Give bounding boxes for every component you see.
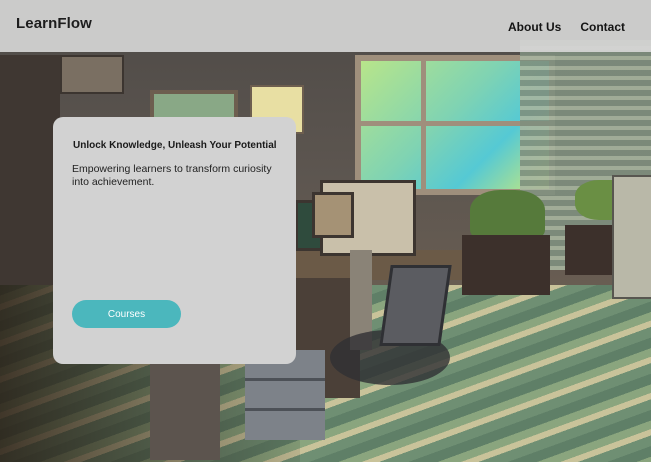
main-nav: About Us Contact [508, 20, 625, 34]
equipment-cabinet [612, 175, 651, 299]
nav-link-contact[interactable]: Contact [580, 20, 625, 34]
brand-logo[interactable]: LearnFlow [16, 15, 92, 32]
courses-button[interactable]: Courses [72, 300, 181, 328]
plant-pot [462, 235, 550, 295]
nav-link-about-us[interactable]: About Us [508, 20, 561, 34]
shelf [0, 55, 60, 305]
radio [60, 55, 124, 94]
drawer-cabinet-left [150, 360, 220, 460]
hero-description: Empowering learners to transform curiosi… [72, 163, 272, 188]
plant [470, 190, 545, 240]
hero-title: Unlock Knowledge, Unleash Your Potential [73, 140, 277, 151]
office-chair [379, 265, 452, 346]
site-header: LearnFlow About Us Contact [0, 0, 651, 52]
robot-head [312, 192, 354, 238]
hero-card: Unlock Knowledge, Unleash Your Potential… [53, 117, 296, 364]
